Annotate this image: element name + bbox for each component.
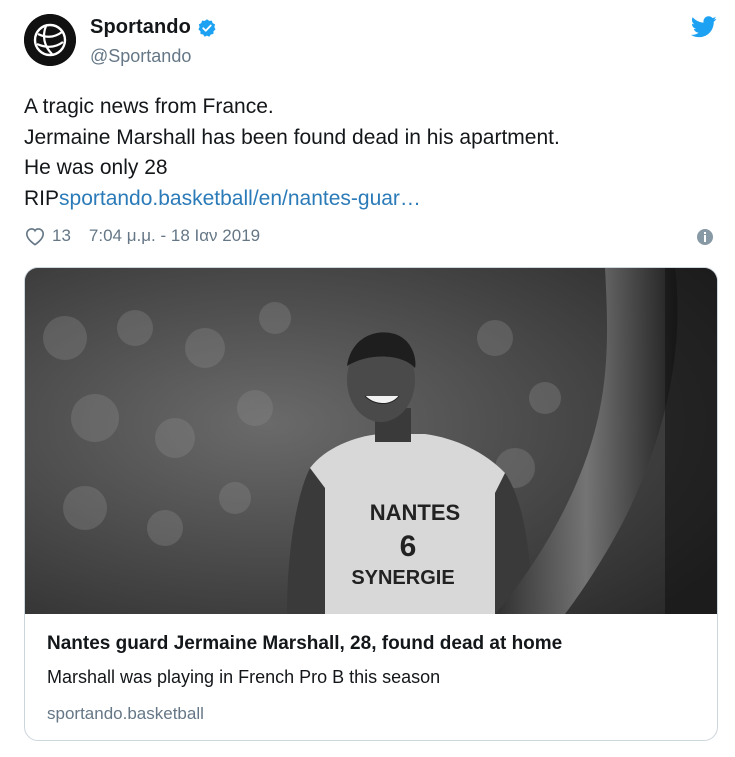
tweet-line-1: A tragic news from France. [24,95,274,118]
embedded-tweet: Sportando @Sportando A tragic news from … [0,0,735,757]
card-image[interactable]: NANTES 6 SYNERGIE [25,268,717,614]
timestamp[interactable]: 7:04 μ.μ. - 18 Ιαν 2019 [89,226,260,246]
twitter-bird-icon[interactable] [691,16,717,38]
heart-icon[interactable] [24,226,46,246]
avatar[interactable] [24,14,76,66]
author-handle[interactable]: @Sportando [90,46,191,67]
tweet-prefix: RIP [24,186,60,210]
author-name-row[interactable]: Sportando [90,16,217,39]
jersey-sponsor: SYNERGIE [351,567,454,589]
sportando-logo-icon [24,14,76,66]
jersey-number: 6 [400,530,417,563]
tweet-meta: 13 7:04 μ.μ. - 18 Ιαν 2019 [24,226,260,246]
like-count[interactable]: 13 [52,226,71,246]
card-title[interactable]: Nantes guard Jermaine Marshall, 28, foun… [47,633,562,655]
jersey-team: NANTES [370,500,460,525]
tweet-line-3: He was only 28 [24,156,168,180]
link-card[interactable]: NANTES 6 SYNERGIE Nantes guard Jermaine … [24,267,718,741]
info-icon[interactable] [697,229,713,245]
tweet-line-4: RIPsportando.basketball/en/nantes-guar… [24,184,560,215]
tweet-text: A tragic news from France. Jermaine Mars… [24,92,560,214]
verified-badge-icon [197,18,217,38]
basketball-player-photo: NANTES 6 SYNERGIE [25,268,717,614]
card-description: Marshall was playing in French Pro B thi… [47,667,441,687]
tweet-line-2: Jermaine Marshall has been found dead in… [24,125,560,149]
card-domain: sportando.basketball [47,704,204,723]
display-name[interactable]: Sportando [90,16,191,39]
tweet-link[interactable]: sportando.basketball/en/nantes-guar… [59,187,421,210]
